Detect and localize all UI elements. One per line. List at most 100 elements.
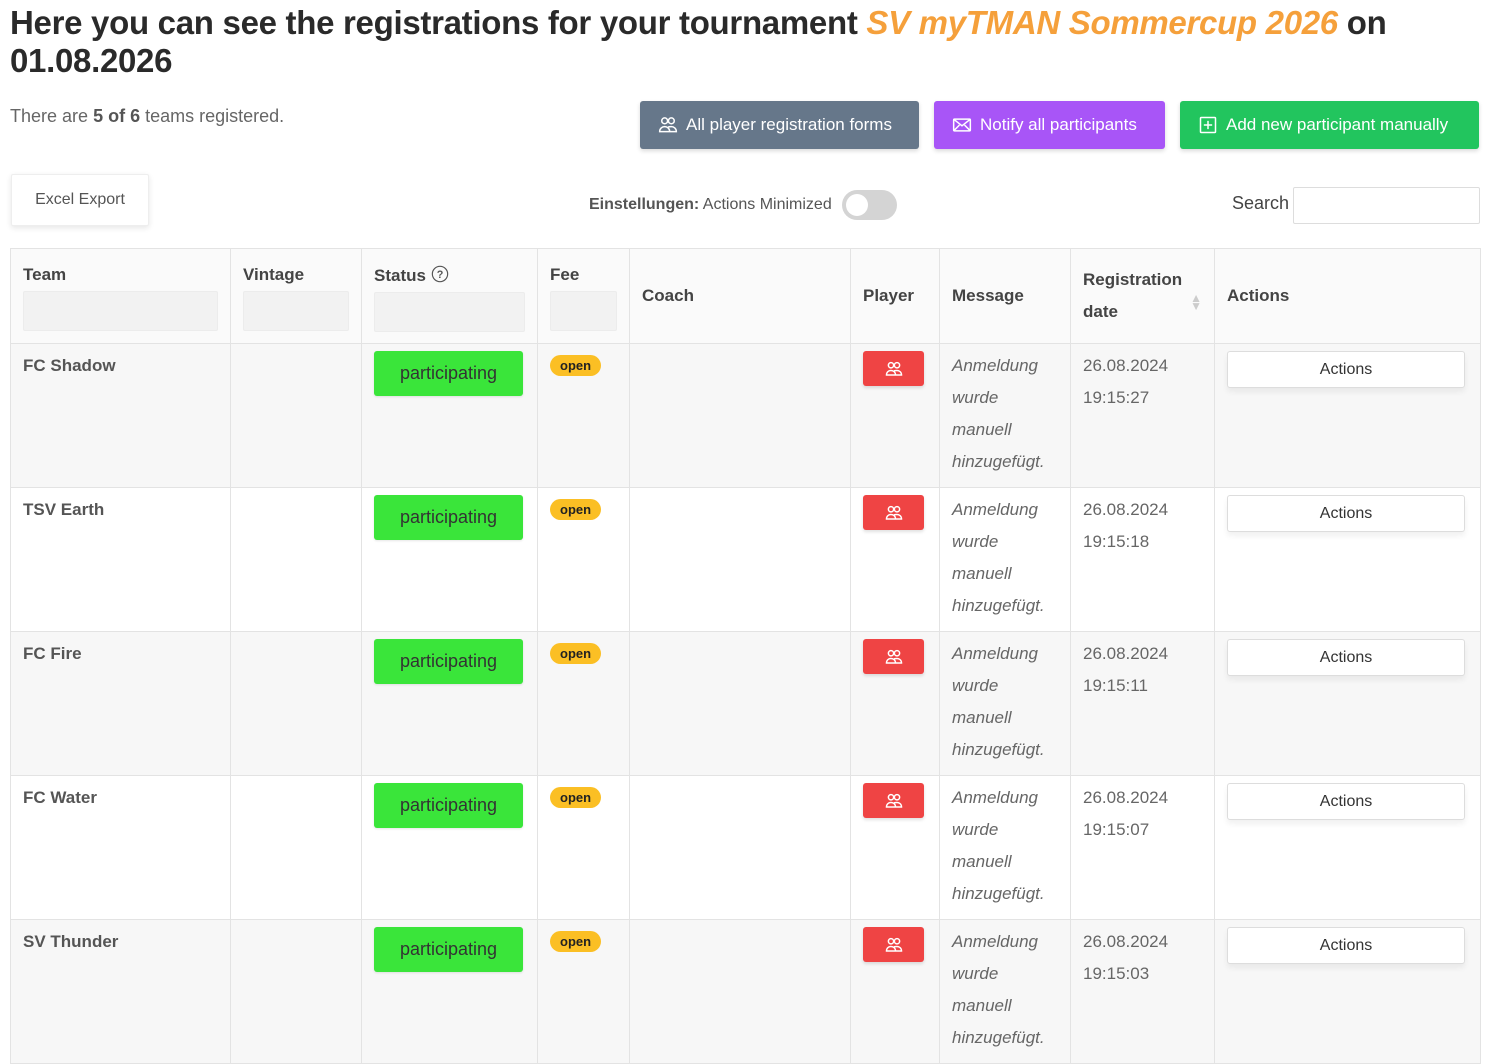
column-coach[interactable]: Coach [629, 248, 851, 344]
tournament-date: 01.08.2026 [10, 42, 173, 79]
player-list-button[interactable] [863, 639, 924, 674]
team-cell: TSV Earth [10, 487, 231, 632]
status-filter-input[interactable] [374, 292, 525, 332]
forms-button-label: All player registration forms [686, 115, 892, 134]
status-badge[interactable]: participating [374, 783, 523, 828]
help-circle-icon[interactable]: ? [431, 265, 449, 283]
fee-cell: open [537, 487, 630, 632]
summary-suffix: teams registered. [145, 106, 285, 126]
date-value: 26.08.2024 [1083, 500, 1169, 519]
date-value: 26.08.2024 [1083, 788, 1169, 807]
registration-date: 26.08.2024 19:15:07 [1083, 776, 1202, 846]
excel-export-button[interactable]: Excel Export [11, 174, 149, 226]
add-new-participant-button[interactable]: Add new participant manually [1180, 101, 1479, 149]
team-name[interactable]: FC Shadow [23, 344, 218, 376]
column-fee[interactable]: Fee [537, 248, 630, 344]
envelope-icon [952, 118, 972, 132]
fee-cell: open [537, 919, 630, 1064]
actions-button[interactable]: Actions [1227, 639, 1465, 676]
time-value: 19:15:03 [1083, 964, 1150, 983]
column-message[interactable]: Message [939, 248, 1071, 344]
sort-icon[interactable]: ▲ ▼ [1190, 292, 1202, 312]
column-message-label: Message [952, 286, 1024, 305]
vintage-cell [230, 487, 362, 632]
message-text: Anmeldung wurde manuell hinzugefügt. [952, 788, 1045, 903]
vintage-filter-input[interactable] [243, 291, 349, 331]
player-list-button[interactable] [863, 351, 924, 386]
actions-button[interactable]: Actions [1227, 783, 1465, 820]
actions-cell: Actions [1214, 631, 1481, 776]
column-actions-label: Actions [1227, 286, 1290, 305]
status-badge[interactable]: participating [374, 495, 523, 540]
fee-filter-input[interactable] [550, 291, 617, 331]
notify-all-participants-button[interactable]: Notify all participants [934, 101, 1165, 149]
time-value: 19:15:18 [1083, 532, 1150, 551]
settings-actions-minimized: Einstellungen: Actions Minimized [589, 190, 897, 220]
player-list-button[interactable] [863, 783, 924, 818]
registration-date-cell: 26.08.2024 19:15:27 [1070, 343, 1215, 488]
all-player-registration-forms-button[interactable]: All player registration forms [640, 101, 919, 149]
users-icon [885, 505, 902, 520]
column-player[interactable]: Player [850, 248, 940, 344]
settings-label: Einstellungen: [589, 196, 700, 213]
player-list-button[interactable] [863, 495, 924, 530]
notify-button-label: Notify all participants [980, 115, 1137, 134]
summary-prefix: There are [10, 106, 89, 126]
fee-cell: open [537, 343, 630, 488]
vintage-cell [230, 631, 362, 776]
team-name[interactable]: FC Fire [23, 632, 218, 664]
table-header-row: Team Vintage Status ? Fee Coach Player M… [10, 248, 1481, 344]
actions-minimized-toggle[interactable] [841, 190, 897, 220]
status-badge[interactable]: participating [374, 927, 523, 972]
date-value: 26.08.2024 [1083, 644, 1169, 663]
message-text: Anmeldung wurde manuell hinzugefügt. [952, 356, 1045, 471]
team-name[interactable]: TSV Earth [23, 488, 218, 520]
team-name[interactable]: FC Water [23, 776, 218, 808]
tournament-name: SV myTMAN Sommercup 2026 [866, 4, 1338, 41]
column-status[interactable]: Status ? [361, 248, 538, 344]
player-cell [850, 631, 940, 776]
date-value: 26.08.2024 [1083, 356, 1169, 375]
fee-badge[interactable]: open [550, 931, 602, 952]
table-row: FC Water participating open Anmeldung wu… [10, 775, 1481, 920]
fee-badge[interactable]: open [550, 643, 602, 664]
column-actions: Actions [1214, 248, 1481, 344]
message-cell: Anmeldung wurde manuell hinzugefügt. [939, 343, 1071, 488]
status-badge[interactable]: participating [374, 639, 523, 684]
player-list-button[interactable] [863, 927, 924, 962]
actions-cell: Actions [1214, 343, 1481, 488]
actions-button[interactable]: Actions [1227, 351, 1465, 388]
actions-cell: Actions [1214, 775, 1481, 920]
status-badge[interactable]: participating [374, 351, 523, 396]
vintage-cell [230, 919, 362, 1064]
actions-button[interactable]: Actions [1227, 927, 1465, 964]
team-name[interactable]: SV Thunder [23, 920, 218, 952]
column-coach-label: Coach [642, 286, 694, 305]
player-cell [850, 343, 940, 488]
player-cell [850, 775, 940, 920]
fee-cell: open [537, 775, 630, 920]
column-vintage[interactable]: Vintage [230, 248, 362, 344]
message-text: Anmeldung wurde manuell hinzugefügt. [952, 500, 1045, 615]
status-cell: participating [361, 343, 538, 488]
status-cell: participating [361, 919, 538, 1064]
fee-badge[interactable]: open [550, 499, 602, 520]
status-cell: participating [361, 487, 538, 632]
users-icon [658, 117, 678, 133]
team-filter-input[interactable] [23, 291, 218, 331]
plus-square-icon [1199, 116, 1217, 134]
registration-date: 26.08.2024 19:15:18 [1083, 488, 1202, 558]
vintage-cell [230, 343, 362, 488]
actions-cell: Actions [1214, 919, 1481, 1064]
search-input[interactable] [1293, 187, 1480, 224]
registration-date: 26.08.2024 19:15:27 [1083, 344, 1202, 414]
table-row: FC Fire participating open Anmeldung wur… [10, 631, 1481, 776]
search-label: Search [1232, 193, 1290, 213]
fee-badge[interactable]: open [550, 355, 602, 376]
actions-button[interactable]: Actions [1227, 495, 1465, 532]
message-cell: Anmeldung wurde manuell hinzugefügt. [939, 775, 1071, 920]
column-registration-date[interactable]: ▲ ▼ Registration date [1070, 248, 1215, 344]
fee-badge[interactable]: open [550, 787, 602, 808]
column-team[interactable]: Team [10, 248, 231, 344]
registration-date: 26.08.2024 19:15:11 [1083, 632, 1202, 702]
